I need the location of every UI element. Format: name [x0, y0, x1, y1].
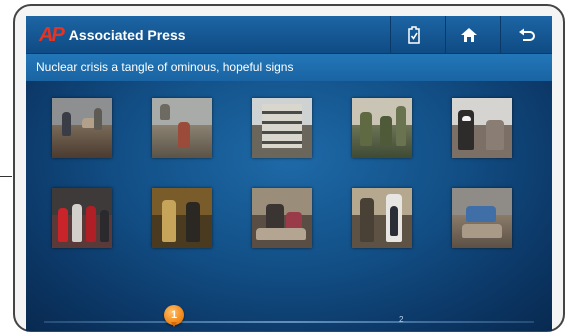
page-2-label[interactable]: 2 — [399, 315, 403, 324]
back-button[interactable] — [500, 16, 552, 53]
back-arrow-icon — [519, 28, 535, 41]
pointer-line — [0, 176, 12, 177]
photo-thumbnail-5[interactable] — [452, 98, 512, 158]
current-page-marker[interactable]: 1 — [164, 305, 184, 327]
home-button[interactable] — [445, 16, 492, 53]
photo-thumbnail-8[interactable] — [252, 188, 312, 248]
photo-thumbnail-3[interactable] — [252, 98, 312, 158]
photo-thumbnail-2[interactable] — [152, 98, 212, 158]
photo-thumbnail-10[interactable] — [452, 188, 512, 248]
home-icon — [461, 27, 477, 42]
ap-logo-mark: AP — [39, 23, 65, 46]
top-bar: AP Associated Press — [26, 16, 552, 54]
photo-thumbnail-9[interactable] — [352, 188, 412, 248]
app-logo: AP Associated Press — [39, 23, 186, 46]
pager-track[interactable] — [44, 321, 534, 323]
clipboard-check-icon — [408, 25, 420, 44]
photo-thumbnail-1[interactable] — [52, 98, 112, 158]
headline-text: Nuclear crisis a tangle of ominous, hope… — [36, 60, 294, 74]
photo-thumbnail-7[interactable] — [152, 188, 212, 248]
clipboard-button[interactable] — [390, 16, 437, 53]
photo-gallery — [26, 81, 552, 281]
touch-screen: AP Associated Press Nuclear crisis a tan… — [26, 16, 552, 331]
app-title: Associated Press — [68, 27, 186, 43]
photo-thumbnail-6[interactable] — [52, 188, 112, 248]
headline-bar: Nuclear crisis a tangle of ominous, hope… — [26, 54, 552, 81]
photo-thumbnail-4[interactable] — [352, 98, 412, 158]
pager-bar: 1 2 — [26, 294, 552, 331]
